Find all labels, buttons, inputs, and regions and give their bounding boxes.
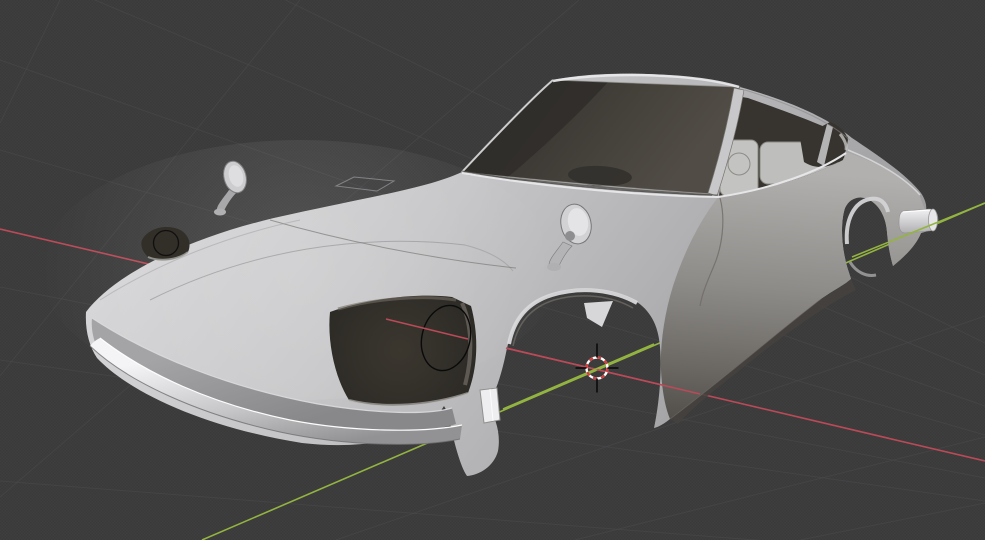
car-body-model[interactable] [40,73,939,476]
headlight-scoop [329,295,477,406]
inner-fender-wedge [584,301,613,327]
far-mirror-mount [214,208,226,216]
near-mirror-mount [547,263,561,271]
near-mirror-hub [565,231,575,241]
blender-3d-viewport[interactable] [0,0,985,540]
rear-bumper-end-cap [928,208,938,232]
viewport-canvas [0,0,985,540]
